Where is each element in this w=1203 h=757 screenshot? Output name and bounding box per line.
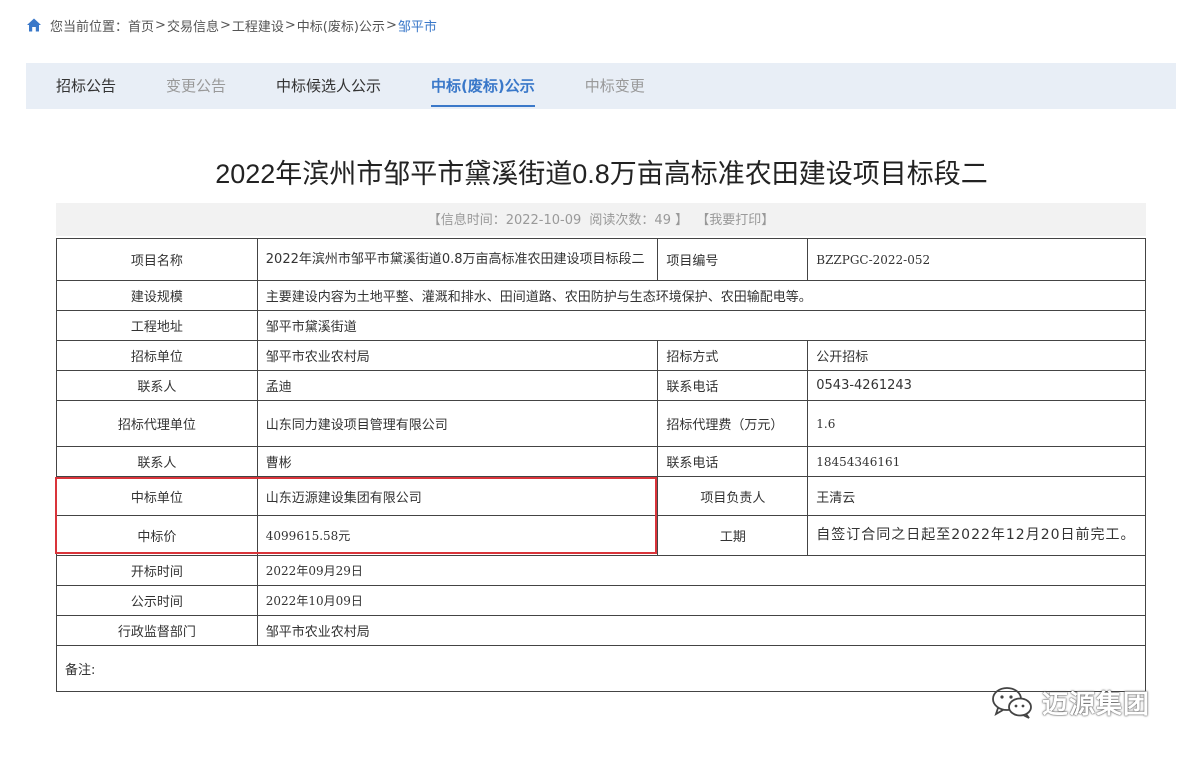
home-icon bbox=[27, 18, 41, 32]
project-no-value: BZZPGC-2022-052 bbox=[807, 238, 1146, 281]
project-manager-label: 项目负责人 bbox=[657, 476, 809, 516]
notice-time-value: 2022年10月09日 bbox=[256, 585, 1147, 616]
breadcrumb-trade-info[interactable]: 交易信息 bbox=[167, 16, 219, 35]
tab-candidate-notice[interactable]: 中标候选人公示 bbox=[276, 63, 381, 109]
tab-bar: 招标公告 变更公告 中标候选人公示 中标(废标)公示 中标变更 bbox=[26, 63, 1176, 109]
tab-award-notice[interactable]: 中标(废标)公示 bbox=[431, 63, 535, 109]
notice-time-label: 公示时间 bbox=[56, 585, 258, 616]
project-info-table: 项目名称 2022年滨州市邹平市黛溪街道0.8万亩高标准农田建设项目标段二 项目… bbox=[56, 238, 1147, 692]
info-time: 【信息时间：2022-10-09 bbox=[427, 213, 582, 228]
price-label: 中标价 bbox=[56, 515, 258, 556]
table-row: 招标代理单位 山东同力建设项目管理有限公司 招标代理费（万元） 1.6 bbox=[56, 400, 1146, 447]
project-name-value: 2022年滨州市邹平市黛溪街道0.8万亩高标准农田建设项目标段二 bbox=[256, 238, 659, 281]
agent-fee-label: 招标代理费（万元） bbox=[657, 400, 809, 447]
table-row: 联系人 孟迪 联系电话 0543-4261243 bbox=[56, 370, 1146, 401]
tender-unit-value: 邹平市农业农村局 bbox=[256, 340, 659, 371]
contact-value: 孟迪 bbox=[256, 370, 659, 401]
table-row: 备注: bbox=[56, 645, 1146, 692]
tab-award-change[interactable]: 中标变更 bbox=[585, 63, 645, 109]
agent-value: 山东同力建设项目管理有限公司 bbox=[256, 400, 659, 447]
tender-unit-label: 招标单位 bbox=[56, 340, 258, 371]
contact-value: 曹彬 bbox=[256, 446, 659, 477]
table-row: 行政监督部门 邹平市农业农村局 bbox=[56, 615, 1147, 646]
breadcrumb-sep: > bbox=[385, 17, 397, 33]
contact-label: 联系人 bbox=[56, 446, 258, 477]
breadcrumb-sep: > bbox=[155, 17, 166, 33]
watermark-text: 迈源集团 bbox=[1042, 689, 1151, 720]
period-value: 自签订合同之日起至2022年12月20日前完工。 bbox=[807, 515, 1146, 556]
open-time-value: 2022年09月29日 bbox=[256, 555, 1147, 586]
breadcrumb-sep: > bbox=[219, 17, 231, 33]
breadcrumb-current[interactable]: 邹平市 bbox=[398, 16, 437, 35]
watermark: 迈源集团 bbox=[990, 682, 1150, 722]
breadcrumb-award-notice[interactable]: 中标(废标)公示 bbox=[297, 16, 385, 35]
tab-change-notice[interactable]: 变更公告 bbox=[166, 63, 226, 109]
info-bar: 【信息时间：2022-10-09 阅读次数：49 】 【我要打印】 bbox=[56, 203, 1146, 236]
table-row: 公示时间 2022年10月09日 bbox=[56, 585, 1147, 616]
scale-label: 建设规模 bbox=[56, 280, 258, 311]
wechat-icon bbox=[992, 687, 1032, 719]
table-row: 开标时间 2022年09月29日 bbox=[56, 555, 1147, 586]
tab-tender-notice[interactable]: 招标公告 bbox=[56, 63, 116, 109]
address-value: 邹平市黛溪街道 bbox=[256, 310, 1147, 341]
table-row: 建设规模 主要建设内容为土地平整、灌溉和排水、田间道路、农田防护与生态环境保护、… bbox=[56, 280, 1147, 311]
winner-value: 山东迈源建设集团有限公司 bbox=[256, 476, 659, 516]
phone-value: 0543-4261243 bbox=[807, 370, 1146, 401]
period-label: 工期 bbox=[657, 515, 809, 556]
table-row: 中标价 4099615.58元 工期 自签订合同之日起至2022年12月20日前… bbox=[56, 515, 1146, 556]
phone-value: 18454346161 bbox=[807, 446, 1146, 477]
table-row: 工程地址 邹平市黛溪街道 bbox=[56, 310, 1147, 341]
supervisor-value: 邹平市农业农村局 bbox=[256, 615, 1147, 646]
page-title: 2022年滨州市邹平市黛溪街道0.8万亩高标准农田建设项目标段二 bbox=[215, 159, 988, 189]
breadcrumb-sep: > bbox=[284, 17, 296, 33]
print-link[interactable]: 【我要打印】 bbox=[696, 213, 774, 228]
table-row: 项目名称 2022年滨州市邹平市黛溪街道0.8万亩高标准农田建设项目标段二 项目… bbox=[56, 238, 1146, 281]
breadcrumb-prefix: 您当前位置： bbox=[50, 19, 129, 35]
winner-label: 中标单位 bbox=[56, 476, 258, 516]
address-label: 工程地址 bbox=[56, 310, 258, 341]
breadcrumb-home[interactable]: 首页 bbox=[128, 16, 154, 35]
breadcrumb-construction[interactable]: 工程建设 bbox=[232, 16, 284, 35]
breadcrumb: 您当前位置： 首页 > 交易信息 > 工程建设 > 中标(废标)公示 > 邹平市 bbox=[26, 14, 437, 36]
scale-value: 主要建设内容为土地平整、灌溉和排水、田间道路、农田防护与生态环境保护、农田输配电… bbox=[256, 280, 1147, 311]
project-name-label: 项目名称 bbox=[56, 238, 258, 281]
agent-fee-value: 1.6 bbox=[807, 400, 1146, 447]
table-row: 联系人 曹彬 联系电话 18454346161 bbox=[56, 446, 1146, 477]
open-time-label: 开标时间 bbox=[56, 555, 258, 586]
tender-method-value: 公开招标 bbox=[807, 340, 1146, 371]
table-row: 中标单位 山东迈源建设集团有限公司 项目负责人 王清云 bbox=[56, 476, 1146, 516]
phone-label: 联系电话 bbox=[657, 446, 809, 477]
table-row: 招标单位 邹平市农业农村局 招标方式 公开招标 bbox=[56, 340, 1146, 371]
phone-label: 联系电话 bbox=[657, 370, 809, 401]
project-manager-value: 王清云 bbox=[807, 476, 1146, 516]
remark-label: 备注: bbox=[56, 645, 1146, 692]
contact-label: 联系人 bbox=[56, 370, 258, 401]
project-no-label: 项目编号 bbox=[657, 238, 809, 281]
agent-label: 招标代理单位 bbox=[56, 400, 258, 447]
read-count: 阅读次数：49 】 bbox=[589, 213, 689, 228]
supervisor-label: 行政监督部门 bbox=[56, 615, 258, 646]
price-value: 4099615.58元 bbox=[256, 515, 659, 556]
tender-method-label: 招标方式 bbox=[657, 340, 809, 371]
